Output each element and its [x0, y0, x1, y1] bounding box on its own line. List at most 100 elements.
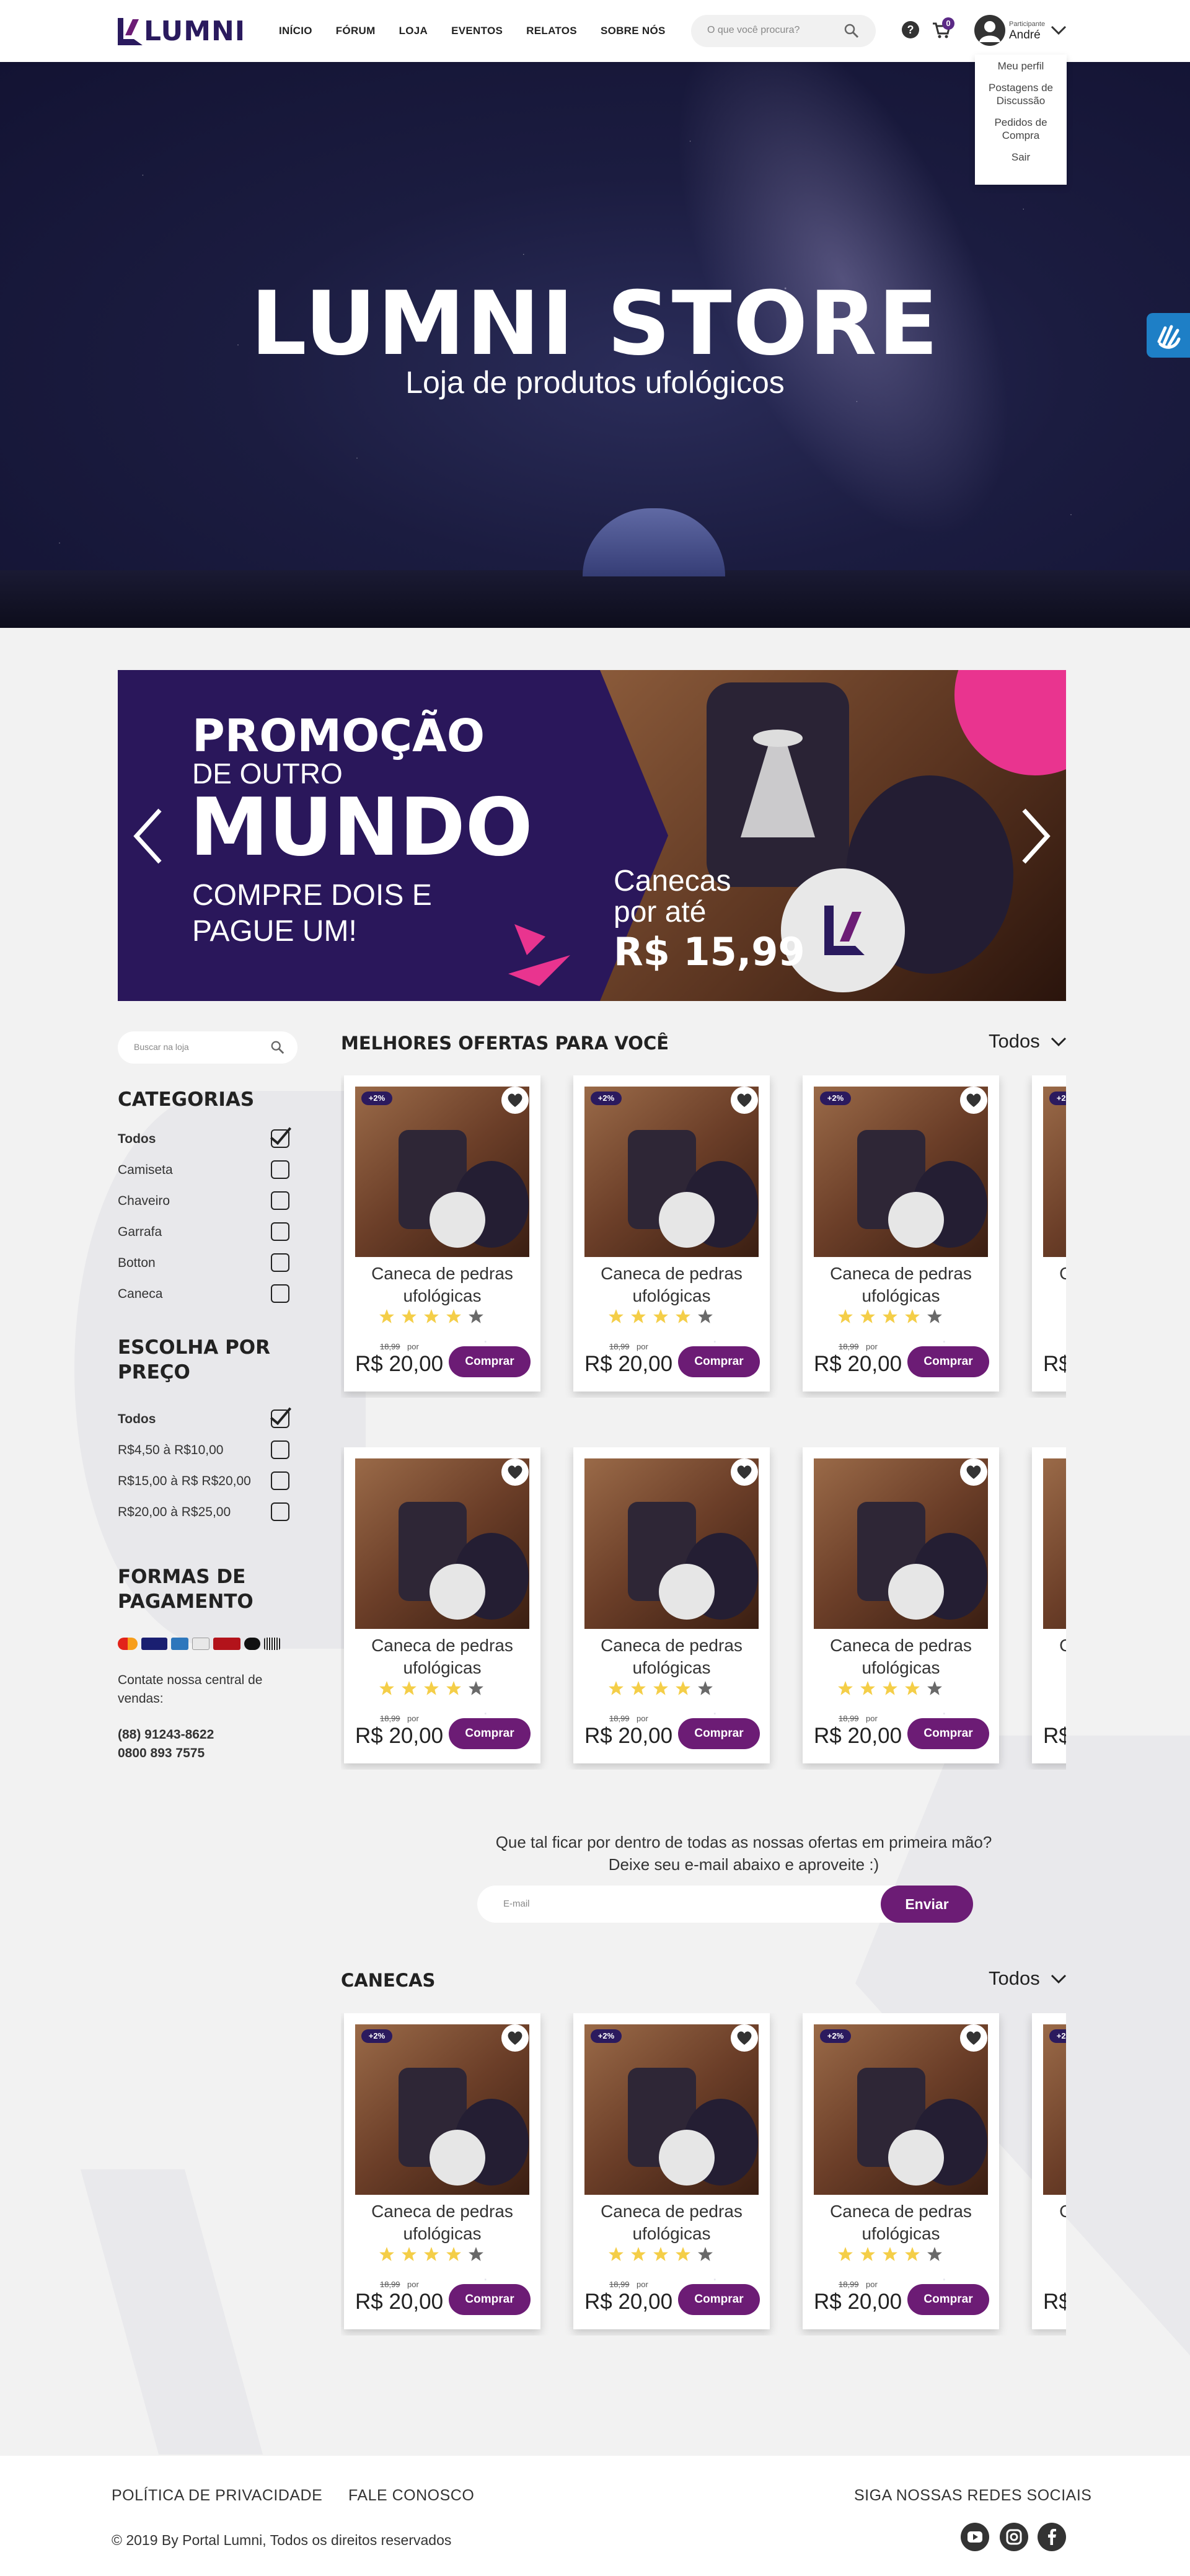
buy-button[interactable]: Comprar [907, 1346, 989, 1377]
favorite-button[interactable] [731, 2024, 758, 2052]
product-image[interactable] [1043, 1458, 1066, 1629]
product-card[interactable]: Caneca de pedras ufológicas18,99porR$ 20… [344, 1447, 540, 1763]
user-menu: Meu perfil Postagens de Discussão Pedido… [975, 55, 1067, 185]
price-range-checkbox[interactable] [271, 1502, 289, 1521]
facebook-icon[interactable] [1038, 2523, 1066, 2551]
product-image[interactable] [1043, 2024, 1066, 2195]
product-card[interactable]: +2%Caneca de pedras ufológicas18,99porR$… [344, 2013, 540, 2329]
star-icon [860, 2247, 875, 2261]
menu-item-profile[interactable]: Meu perfil [975, 60, 1067, 73]
product-card[interactable]: +2%Caneca de pedras ufológicas18,99porR$… [1032, 1075, 1066, 1392]
privacy-link[interactable]: POLÍTICA DE PRIVACIDADE [112, 2487, 322, 2505]
buy-button[interactable]: Comprar [678, 1346, 760, 1377]
hero-title: LUMNI STORE [250, 273, 940, 375]
favorite-button[interactable] [960, 2024, 987, 2052]
product-name[interactable]: Caneca de pedras ufológicas [344, 2200, 540, 2245]
youtube-icon[interactable] [961, 2523, 989, 2551]
logo[interactable]: LUMNI [118, 15, 245, 47]
star-icon [424, 1681, 439, 1695]
nav-item-inicio[interactable]: INÍCIO [279, 25, 312, 37]
product-image[interactable] [1043, 1087, 1066, 1257]
payment-icons [118, 1638, 280, 1650]
store-search-input[interactable]: Buscar na loja [118, 1031, 298, 1064]
carousel-next-icon[interactable] [1016, 805, 1054, 867]
product-card[interactable]: +2%Caneca de pedras ufológicas18,99porR$… [1032, 2013, 1066, 2329]
price-per-label: por [637, 1342, 648, 1351]
product-card[interactable]: Caneca de pedras ufológicas18,99porR$ 20… [803, 1447, 999, 1763]
price-range-checkbox[interactable] [271, 1409, 289, 1428]
phone-number[interactable]: (88) 91243-8622 [118, 1726, 214, 1744]
help-icon[interactable]: ? [902, 21, 919, 38]
product-name[interactable]: Caneca de pedras ufológicas [1032, 1263, 1066, 1307]
product-name[interactable]: Caneca de pedras ufológicas [803, 2200, 999, 2245]
product-card[interactable]: Caneca de pedras ufológicas18,99porR$ 20… [573, 1447, 770, 1763]
product-name[interactable]: Caneca de pedras ufológicas [573, 2200, 770, 2245]
contact-link[interactable]: FALE CONOSCO [348, 2487, 474, 2505]
product-card[interactable]: +2%Caneca de pedras ufológicas18,99porR$… [573, 1075, 770, 1392]
user-role: Participante [1009, 20, 1046, 28]
visa-icon [141, 1638, 167, 1650]
search-icon[interactable] [270, 1040, 285, 1055]
product-card[interactable]: +2%Caneca de pedras ufológicas18,99porR$… [344, 1075, 540, 1392]
search-icon[interactable] [844, 23, 860, 39]
carousel-prev-icon[interactable] [130, 805, 167, 867]
product-card[interactable]: +2%Caneca de pedras ufológicas18,99porR$… [803, 2013, 999, 2329]
product-name[interactable]: Caneca de pedras ufológicas [573, 1634, 770, 1679]
avatar[interactable] [974, 15, 1005, 46]
buy-button[interactable]: Comprar [907, 1718, 989, 1749]
star-icon [653, 2247, 668, 2261]
nav-item-loja[interactable]: LOJA [399, 25, 428, 37]
accessibility-button[interactable] [1147, 313, 1190, 358]
favorite-button[interactable] [960, 1087, 987, 1114]
favorite-button[interactable] [960, 1458, 987, 1486]
mugs-filter-select[interactable]: Todos [989, 1967, 1067, 1990]
category-checkbox[interactable] [271, 1284, 289, 1303]
category-checkbox[interactable] [271, 1222, 289, 1241]
product-name[interactable]: Caneca de pedras ufológicas [1032, 1634, 1066, 1679]
buy-button[interactable]: Comprar [449, 1346, 531, 1377]
favorite-button[interactable] [731, 1087, 758, 1114]
price-range-checkbox[interactable] [271, 1471, 289, 1490]
nav-item-relatos[interactable]: RELATOS [526, 25, 577, 37]
product-name[interactable]: Caneca de pedras ufológicas [803, 1634, 999, 1679]
nav-item-forum[interactable]: FÓRUM [336, 25, 376, 37]
category-checkbox[interactable] [271, 1253, 289, 1272]
phone-number[interactable]: 0800 893 7575 [118, 1744, 205, 1763]
newsletter-submit-button[interactable]: Enviar [881, 1886, 973, 1923]
star-icon [469, 2247, 483, 2261]
offers-filter-select[interactable]: Todos [989, 1030, 1067, 1052]
buy-button[interactable]: Comprar [678, 1718, 760, 1749]
category-checkbox[interactable] [271, 1160, 289, 1179]
product-card[interactable]: Caneca de pedras ufológicas18,99porR$ 20… [1032, 1447, 1066, 1763]
favorite-button[interactable] [501, 1458, 529, 1486]
category-checkbox[interactable] [271, 1129, 289, 1148]
menu-item-posts[interactable]: Postagens de Discussão [975, 81, 1067, 107]
buy-button[interactable]: Comprar [678, 2284, 760, 2315]
product-card[interactable]: +2%Caneca de pedras ufológicas18,99porR$… [573, 2013, 770, 2329]
product-name[interactable]: Caneca de pedras ufológicas [803, 1263, 999, 1307]
product-name[interactable]: Caneca de pedras ufológicas [344, 1263, 540, 1307]
header-search-input[interactable]: O que você procura? [691, 15, 876, 47]
product-card[interactable]: +2%Caneca de pedras ufológicas18,99porR$… [803, 1075, 999, 1392]
buy-button[interactable]: Comprar [449, 1718, 531, 1749]
nav-item-eventos[interactable]: EVENTOS [451, 25, 503, 37]
favorite-button[interactable] [501, 1087, 529, 1114]
instagram-icon[interactable] [1000, 2523, 1028, 2551]
triangles-decoration [508, 924, 570, 986]
favorite-button[interactable] [731, 1458, 758, 1486]
nav-item-sobre-nos[interactable]: SOBRE NÓS [601, 25, 666, 37]
category-checkbox[interactable] [271, 1191, 289, 1210]
product-name[interactable]: Caneca de pedras ufológicas [344, 1634, 540, 1679]
buy-button[interactable]: Comprar [907, 2284, 989, 2315]
chevron-down-icon[interactable] [1051, 25, 1067, 36]
buy-button[interactable]: Comprar [449, 2284, 531, 2315]
product-name[interactable]: Caneca de pedras ufológicas [573, 1263, 770, 1307]
price-range-checkbox[interactable] [271, 1440, 289, 1459]
star-icon [927, 1681, 942, 1695]
menu-item-logout[interactable]: Sair [975, 151, 1067, 164]
favorite-button[interactable] [501, 2024, 529, 2052]
product-name[interactable]: Caneca de pedras ufológicas [1032, 2200, 1066, 2245]
user-name[interactable]: André [1009, 29, 1041, 42]
menu-item-orders[interactable]: Pedidos de Compra [975, 116, 1067, 142]
promo-offer-text: COMPRE DOIS E PAGUE UM! [192, 879, 432, 948]
